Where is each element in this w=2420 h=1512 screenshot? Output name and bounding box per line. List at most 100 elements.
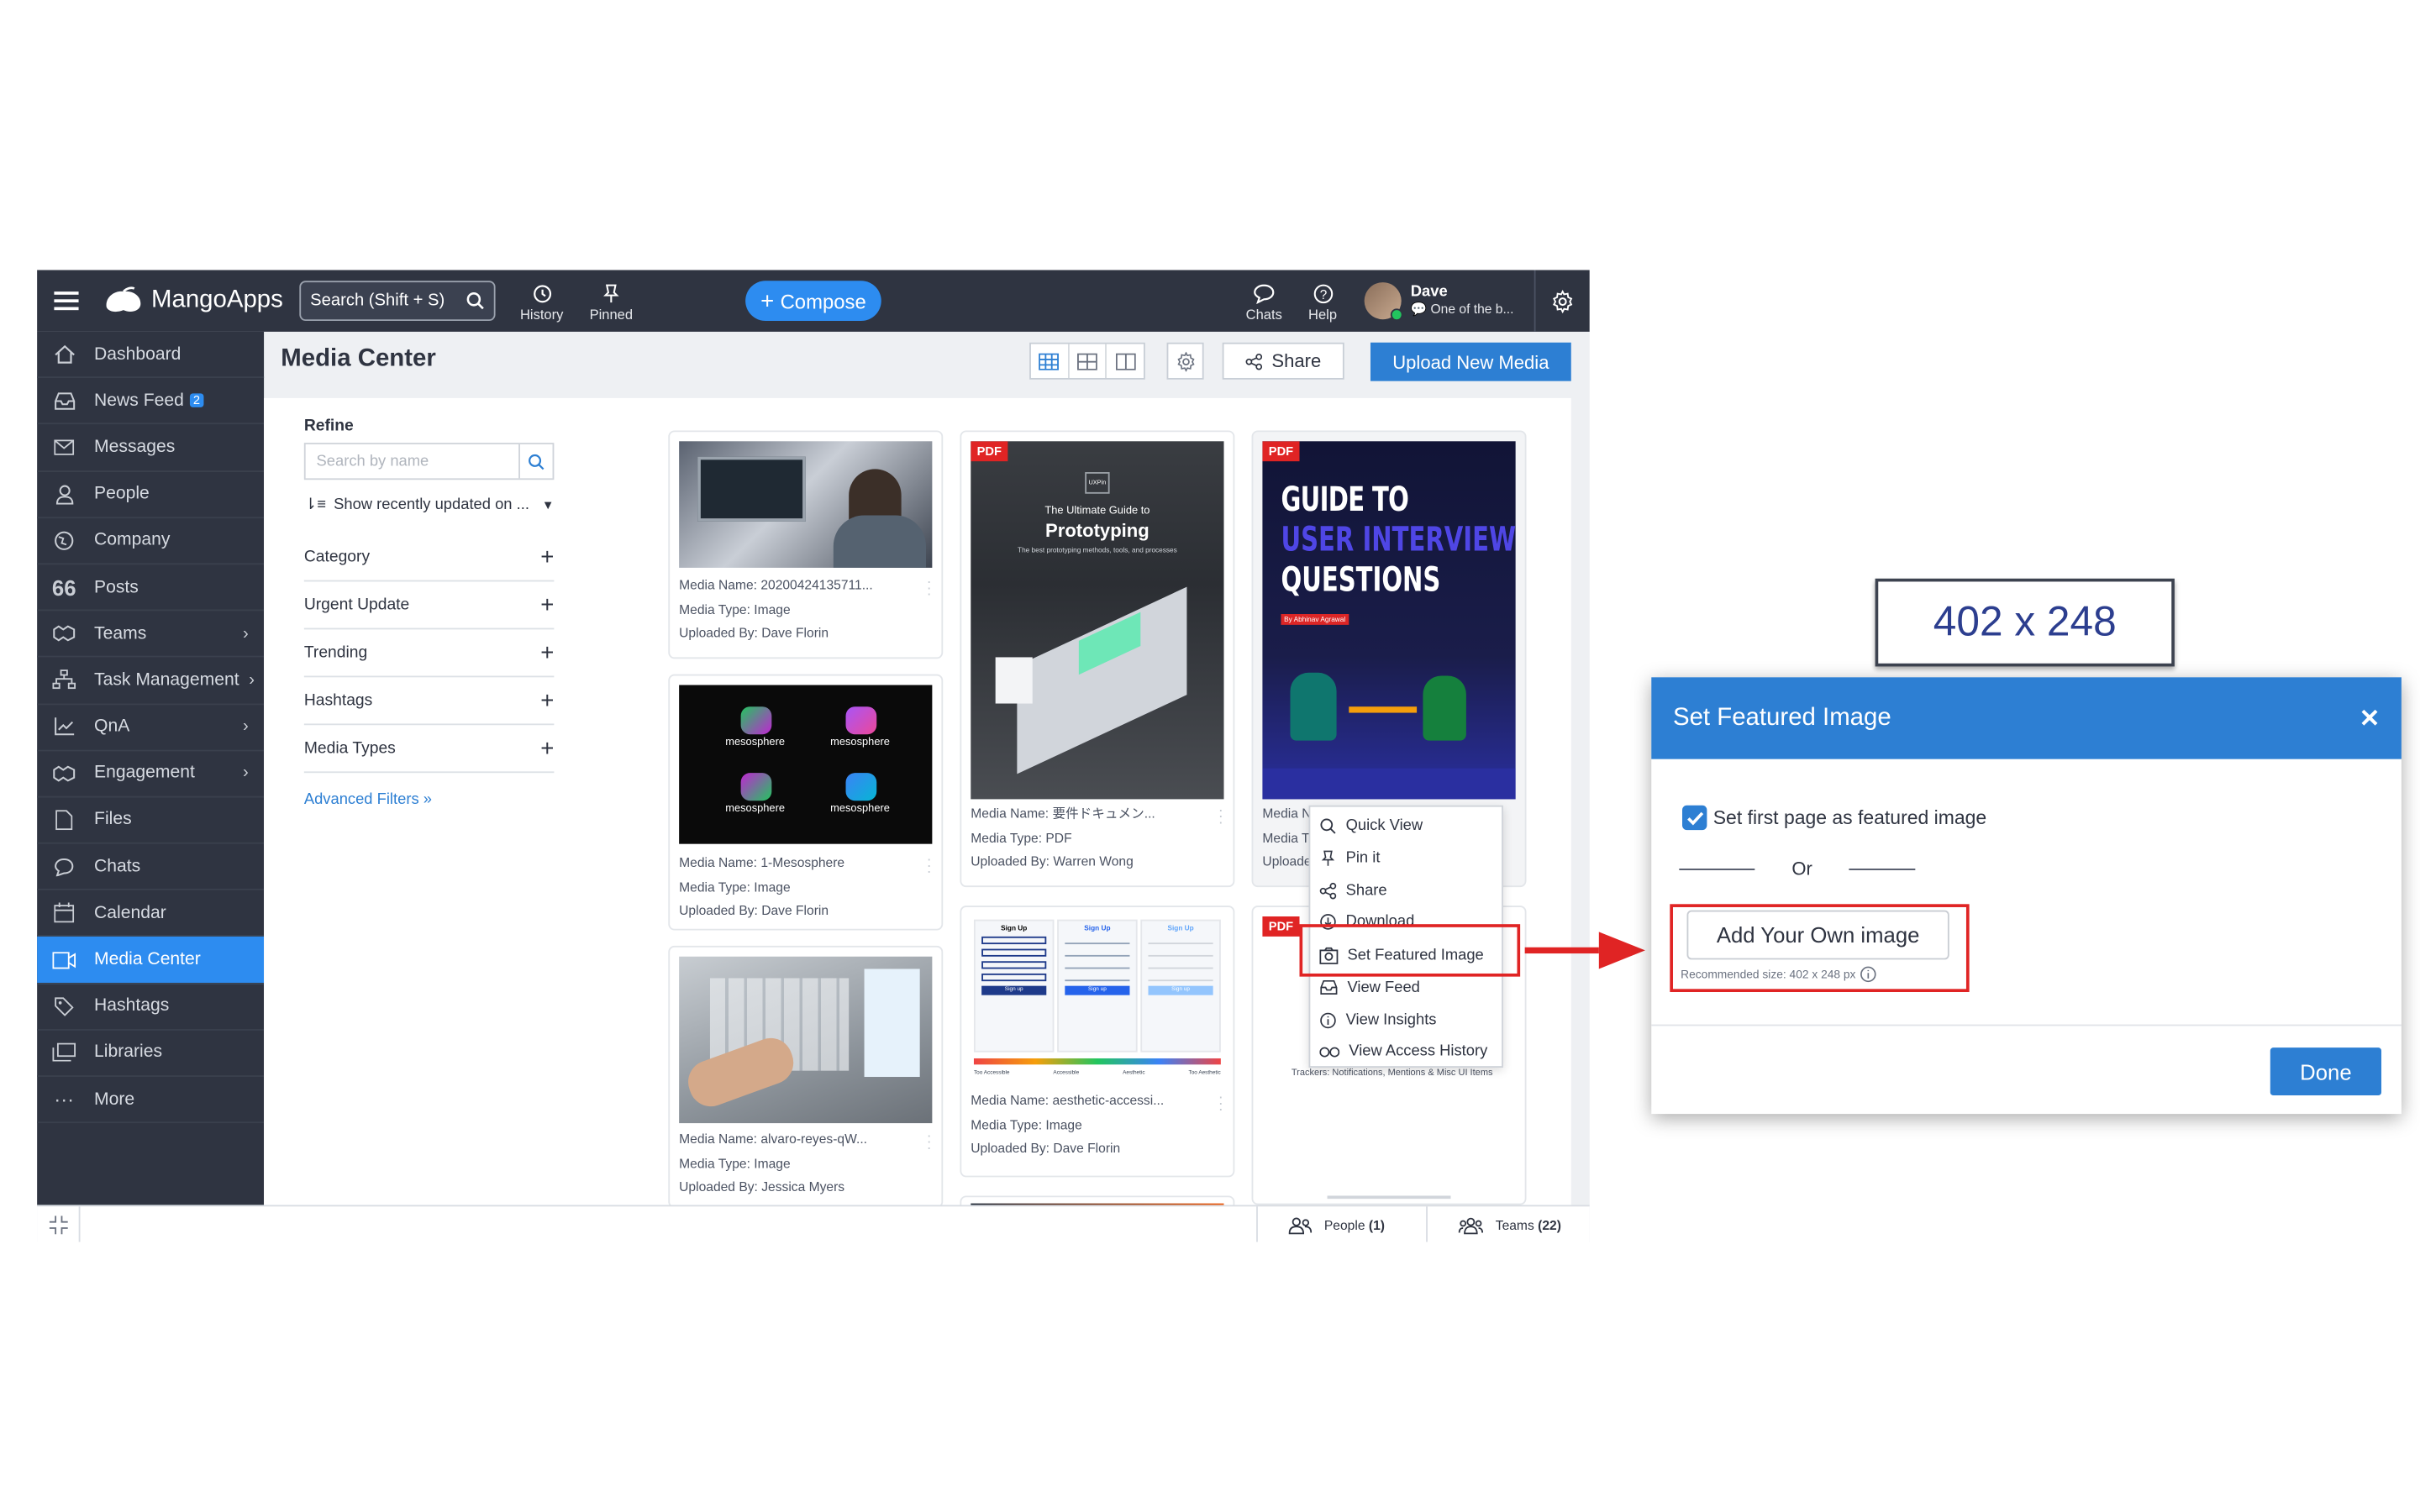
sidebar-item-engagement[interactable]: Engagement › <box>37 751 265 798</box>
sidebar-item-libraries[interactable]: Libraries <box>37 1031 265 1078</box>
refine-search-input[interactable]: Search by name <box>303 443 555 480</box>
app-logo[interactable]: MangoApps <box>102 270 299 331</box>
sidebar-item-more[interactable]: ··· More <box>37 1077 265 1124</box>
filter-media-types[interactable]: Media Types + <box>303 725 555 774</box>
sidebar-item-dashboard[interactable]: Dashboard <box>37 332 265 379</box>
compose-label: Compose <box>780 289 866 312</box>
status-people[interactable]: People (1) <box>1256 1206 1426 1242</box>
dialog-title: Set Featured Image <box>1672 704 1891 731</box>
kebab-menu-icon[interactable]: · · · <box>1218 803 1223 831</box>
media-card[interactable]: Sign Up Sign up Sign Up Sign up Sign Up … <box>960 906 1235 1178</box>
kebab-menu-icon[interactable]: · · · <box>926 853 932 880</box>
chats-button[interactable]: Chats <box>1244 276 1284 328</box>
first-page-checkbox-label[interactable]: Set first page as featured image <box>1713 807 1986 829</box>
sidebar-item-teams[interactable]: Teams › <box>37 612 265 659</box>
media-type: Media Type: Image <box>971 1116 1082 1132</box>
media-card[interactable]: Media Name: 20200424135711... Media Type… <box>668 430 944 659</box>
grid-view-icon[interactable] <box>1031 344 1070 378</box>
media-uploader: Uploaded By: Warren Wong <box>971 853 1134 869</box>
sidebar-item-label: Libraries <box>94 1043 163 1063</box>
advanced-filters-link[interactable]: Advanced Filters » <box>304 791 432 808</box>
media-uploader: Uploaded By: Dave Florin <box>679 902 829 918</box>
media-type: Media Type: Image <box>679 601 791 617</box>
first-page-checkbox[interactable] <box>1682 805 1707 831</box>
share-button[interactable]: Share <box>1222 342 1344 380</box>
sidebar-item-chats[interactable]: Chats <box>37 844 265 891</box>
menu-item-view-access-history[interactable]: View Access History <box>1319 1035 1487 1066</box>
pinned-label: Pinned <box>589 306 634 322</box>
media-thumbnail[interactable] <box>679 441 933 568</box>
media-thumbnail[interactable]: PDF GUIDE TO USER INTERVIEW QUESTIONS By… <box>1262 441 1516 800</box>
media-card[interactable]: mesosphere mesosphere mesosphere mesosph… <box>668 674 944 931</box>
media-thumbnail[interactable] <box>679 956 933 1124</box>
kebab-menu-icon[interactable]: · · · <box>1218 1090 1223 1118</box>
collapse-button[interactable] <box>37 1206 81 1242</box>
search-icon <box>466 292 484 310</box>
sidebar-item-media-center[interactable]: Media Center <box>37 937 265 984</box>
glasses-icon <box>1319 1046 1340 1057</box>
video-icon <box>52 948 76 972</box>
media-meta: Media Name: aesthetic-accessi... Media T… <box>971 1089 1164 1161</box>
sidebar-item-qna[interactable]: QnA › <box>37 704 265 751</box>
menu-item-quick-view[interactable]: Quick View <box>1319 810 1423 841</box>
filter-urgent-update[interactable]: Urgent Update + <box>303 581 555 630</box>
or-divider-left <box>1679 869 1755 870</box>
filter-category[interactable]: Category + <box>303 533 555 582</box>
plus-icon: + <box>540 687 555 714</box>
search-icon[interactable] <box>518 444 552 479</box>
media-card[interactable]: Media Name: alvaro-reyes-qW... Media Typ… <box>668 945 944 1209</box>
settings-button[interactable] <box>1534 270 1590 332</box>
split-view-icon[interactable] <box>1107 344 1144 378</box>
history-button[interactable]: History <box>520 276 563 328</box>
sidebar-item-files[interactable]: Files <box>37 797 265 844</box>
sidebar-item-people[interactable]: People <box>37 471 265 518</box>
hamburger-menu-icon[interactable] <box>50 284 83 318</box>
chat-bubble-icon <box>1254 283 1275 303</box>
media-name: Media Name: 1-Mesosphere <box>679 854 845 870</box>
kebab-menu-icon[interactable]: · · · <box>926 1129 932 1157</box>
global-search-input[interactable]: Search (Shift + S) <box>299 281 496 322</box>
sort-dropdown[interactable]: ⇂≡ Show recently updated on ... ▼ <box>304 496 555 513</box>
sidebar-item-news-feed[interactable]: News Feed 2 <box>37 378 265 425</box>
upload-new-media-button[interactable]: Upload New Media <box>1370 342 1571 381</box>
status-teams[interactable]: Teams (22) <box>1426 1206 1590 1242</box>
kebab-menu-icon[interactable]: · · · <box>926 575 932 602</box>
media-thumbnail[interactable]: Sign Up Sign up Sign Up Sign up Sign Up … <box>971 916 1224 1084</box>
close-icon[interactable]: ✕ <box>2360 703 2381 734</box>
media-thumbnail[interactable]: mesosphere mesosphere mesosphere mesosph… <box>679 685 933 844</box>
sidebar-item-hashtags[interactable]: Hashtags <box>37 984 265 1031</box>
media-meta: Media Name: 20200424135711... Media Type… <box>679 574 873 645</box>
media-type: Media Type: PDF <box>971 829 1072 845</box>
media-thumbnail[interactable]: PDF UXPin The Ultimate Guide to Prototyp… <box>971 441 1224 800</box>
menu-item-view-insights[interactable]: View Insights <box>1319 1005 1437 1036</box>
sidebar-item-label: Files <box>94 811 132 830</box>
handshake-icon <box>52 622 76 646</box>
sidebar-item-messages[interactable]: Messages <box>37 425 265 472</box>
plus-icon: + <box>540 591 555 618</box>
filter-hashtags[interactable]: Hashtags + <box>303 677 555 726</box>
view-toggle <box>1029 342 1145 380</box>
menu-item-pin-it[interactable]: Pin it <box>1319 843 1380 874</box>
menu-item-share[interactable]: Share <box>1319 874 1387 906</box>
help-button[interactable]: ? Help <box>1306 276 1339 328</box>
filter-trending[interactable]: Trending + <box>303 629 555 678</box>
pinned-button[interactable]: Pinned <box>590 276 633 328</box>
sidebar-item-posts[interactable]: 66 Posts <box>37 564 265 612</box>
media-card[interactable]: PDF UXPin The Ultimate Guide to Prototyp… <box>960 430 1235 888</box>
news-feed-badge: 2 <box>190 393 203 408</box>
media-settings-button[interactable] <box>1166 342 1204 380</box>
page-title: Media Center <box>281 345 436 372</box>
sidebar-item-label: News Feed <box>94 391 184 411</box>
history-icon <box>533 284 551 302</box>
sidebar-item-calendar[interactable]: Calendar <box>37 890 265 937</box>
plus-icon: + <box>760 287 775 314</box>
media-name: Media Name: 要件ドキュメン... <box>971 805 1155 822</box>
sidebar-item-task-management[interactable]: Task Management › <box>37 658 265 705</box>
pointer-arrow-head <box>1598 932 1645 969</box>
done-button[interactable]: Done <box>2270 1047 2382 1096</box>
sidebar-item-company[interactable]: Company <box>37 518 265 565</box>
media-type: Media Type: Image <box>679 879 791 895</box>
compose-button[interactable]: + Compose <box>745 281 881 322</box>
tile-view-icon[interactable] <box>1069 344 1107 378</box>
user-menu[interactable]: Dave 💬 One of the b... <box>1364 279 1534 322</box>
